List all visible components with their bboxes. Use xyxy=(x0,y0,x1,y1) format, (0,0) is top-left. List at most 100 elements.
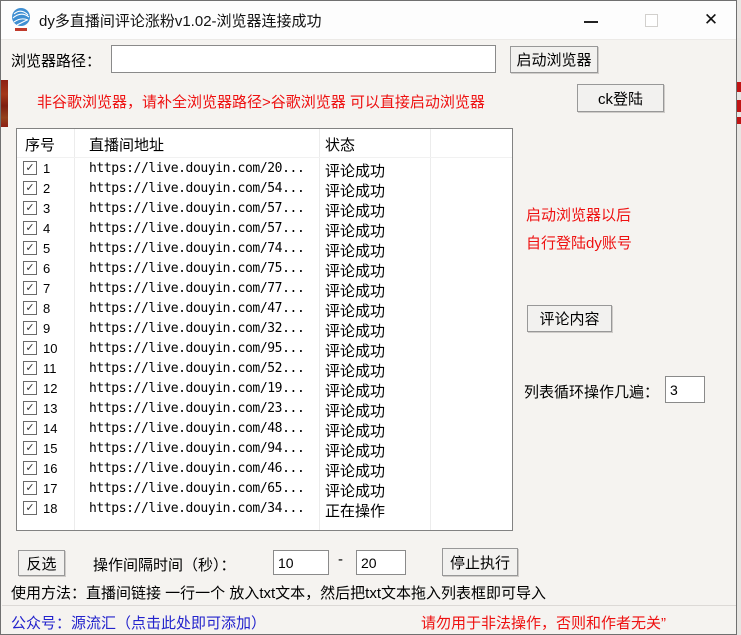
app-window: dy多直播间评论涨粉v1.02-浏览器连接成功 ✕ 浏览器路径： 启动浏览器 非… xyxy=(0,0,737,635)
live-room-table[interactable]: 序号 直播间地址 状态 ✓1https://live.douyin.com/20… xyxy=(16,128,513,531)
row-checkbox[interactable]: ✓ xyxy=(23,501,37,515)
table-row[interactable]: ✓3https://live.douyin.com/57...评论成功 xyxy=(17,198,512,218)
row-checkbox[interactable]: ✓ xyxy=(23,461,37,475)
row-checkbox[interactable]: ✓ xyxy=(23,421,37,435)
interval-min-input[interactable] xyxy=(273,550,329,575)
table-row[interactable]: ✓8https://live.douyin.com/47...评论成功 xyxy=(17,298,512,318)
interval-separator: - xyxy=(338,551,343,568)
row-checkbox[interactable]: ✓ xyxy=(23,361,37,375)
table-row[interactable]: ✓12https://live.douyin.com/19...评论成功 xyxy=(17,378,512,398)
row-live-url: https://live.douyin.com/32... xyxy=(89,321,304,336)
row-live-url: https://live.douyin.com/48... xyxy=(89,421,304,436)
row-live-url: https://live.douyin.com/95... xyxy=(89,341,304,356)
row-checkbox[interactable]: ✓ xyxy=(23,261,37,275)
row-live-url: https://live.douyin.com/77... xyxy=(89,281,304,296)
table-row[interactable]: ✓11https://live.douyin.com/52...评论成功 xyxy=(17,358,512,378)
footer-divider xyxy=(2,605,736,606)
row-live-url: https://live.douyin.com/23... xyxy=(89,401,304,416)
row-index: 9 xyxy=(43,321,50,336)
header-status: 状态 xyxy=(325,134,355,155)
header-url: 直播间地址 xyxy=(89,134,164,155)
legal-warning: 请勿用于非法操作，否则和作者无关” xyxy=(421,612,666,633)
row-live-url: https://live.douyin.com/57... xyxy=(89,201,304,216)
row-index: 16 xyxy=(43,461,57,476)
row-checkbox[interactable]: ✓ xyxy=(23,401,37,415)
row-checkbox[interactable]: ✓ xyxy=(23,341,37,355)
maximize-button[interactable] xyxy=(629,1,673,39)
usage-instructions: 使用方法：直播间链接 一行一个 放入txt文本，然后把txt文本拖入列表框即可导… xyxy=(11,582,546,603)
row-status: 正在操作 xyxy=(325,500,385,521)
row-index: 15 xyxy=(43,441,57,456)
minimize-icon xyxy=(584,21,598,23)
row-live-url: https://live.douyin.com/57... xyxy=(89,221,304,236)
app-logo-icon xyxy=(10,7,32,33)
background-red-fragment xyxy=(737,100,741,112)
row-index: 8 xyxy=(43,301,50,316)
table-header: 序号 直播间地址 状态 xyxy=(17,129,512,157)
row-live-url: https://live.douyin.com/34... xyxy=(89,501,304,516)
table-row[interactable]: ✓14https://live.douyin.com/48...评论成功 xyxy=(17,418,512,438)
background-window-sliver xyxy=(1,80,8,127)
row-checkbox[interactable]: ✓ xyxy=(23,221,37,235)
row-index: 6 xyxy=(43,261,50,276)
table-rows: ✓1https://live.douyin.com/20...评论成功✓2htt… xyxy=(17,158,512,518)
browser-path-input[interactable] xyxy=(111,45,496,73)
ck-login-button[interactable]: ck登陆 xyxy=(577,84,664,112)
row-index: 10 xyxy=(43,341,57,356)
maximize-icon xyxy=(645,14,658,27)
invert-selection-button[interactable]: 反选 xyxy=(18,550,65,576)
background-red-fragment xyxy=(737,82,741,92)
browser-notice-text: 非谷歌浏览器，请补全浏览器路径>谷歌浏览器 可以直接启动浏览器 xyxy=(37,91,485,112)
minimize-button[interactable] xyxy=(569,1,613,39)
row-index: 18 xyxy=(43,501,57,516)
row-checkbox[interactable]: ✓ xyxy=(23,181,37,195)
row-checkbox[interactable]: ✓ xyxy=(23,241,37,255)
side-tip-line1: 启动浏览器以后 xyxy=(526,204,631,225)
row-checkbox[interactable]: ✓ xyxy=(23,321,37,335)
table-row[interactable]: ✓9https://live.douyin.com/32...评论成功 xyxy=(17,318,512,338)
row-index: 5 xyxy=(43,241,50,256)
launch-browser-button[interactable]: 启动浏览器 xyxy=(510,46,598,73)
row-checkbox[interactable]: ✓ xyxy=(23,201,37,215)
table-row[interactable]: ✓2https://live.douyin.com/54...评论成功 xyxy=(17,178,512,198)
table-row[interactable]: ✓1https://live.douyin.com/20...评论成功 xyxy=(17,158,512,178)
table-row[interactable]: ✓13https://live.douyin.com/23...评论成功 xyxy=(17,398,512,418)
loop-count-input[interactable] xyxy=(665,376,705,403)
interval-max-input[interactable] xyxy=(356,550,406,575)
row-live-url: https://live.douyin.com/54... xyxy=(89,181,304,196)
close-icon: ✕ xyxy=(704,10,718,29)
wechat-official-link[interactable]: 公众号：源流汇（点击此处即可添加） xyxy=(11,612,266,633)
row-index: 1 xyxy=(43,161,50,176)
title-bar: dy多直播间评论涨粉v1.02-浏览器连接成功 ✕ xyxy=(1,1,736,40)
table-row[interactable]: ✓5https://live.douyin.com/74...评论成功 xyxy=(17,238,512,258)
interval-label: 操作间隔时间（秒）： xyxy=(93,554,236,575)
row-live-url: https://live.douyin.com/75... xyxy=(89,261,304,276)
row-index: 13 xyxy=(43,401,57,416)
table-row[interactable]: ✓ 18 https://live.douyin.com/34... 正在操作 xyxy=(17,498,512,518)
table-row[interactable]: ✓10https://live.douyin.com/95...评论成功 xyxy=(17,338,512,358)
row-live-url: https://live.douyin.com/74... xyxy=(89,241,304,256)
row-checkbox[interactable]: ✓ xyxy=(23,301,37,315)
row-index: 11 xyxy=(43,361,57,376)
row-checkbox[interactable]: ✓ xyxy=(23,441,37,455)
comment-content-button[interactable]: 评论内容 xyxy=(527,305,612,332)
stop-execution-button[interactable]: 停止执行 xyxy=(442,548,518,576)
row-checkbox[interactable]: ✓ xyxy=(23,381,37,395)
row-live-url: https://live.douyin.com/65... xyxy=(89,481,304,496)
table-row[interactable]: ✓15https://live.douyin.com/94...评论成功 xyxy=(17,438,512,458)
table-row[interactable]: ✓7https://live.douyin.com/77...评论成功 xyxy=(17,278,512,298)
background-red-fragment xyxy=(737,117,741,124)
row-index: 12 xyxy=(43,381,57,396)
row-index: 17 xyxy=(43,481,57,496)
row-live-url: https://live.douyin.com/46... xyxy=(89,461,304,476)
table-row[interactable]: ✓6https://live.douyin.com/75...评论成功 xyxy=(17,258,512,278)
table-row[interactable]: ✓16https://live.douyin.com/46...评论成功 xyxy=(17,458,512,478)
row-checkbox[interactable]: ✓ xyxy=(23,481,37,495)
header-index: 序号 xyxy=(25,134,55,155)
table-row[interactable]: ✓4https://live.douyin.com/57...评论成功 xyxy=(17,218,512,238)
table-row[interactable]: ✓17https://live.douyin.com/65...评论成功 xyxy=(17,478,512,498)
row-checkbox[interactable]: ✓ xyxy=(23,161,37,175)
row-index: 4 xyxy=(43,221,50,236)
row-checkbox[interactable]: ✓ xyxy=(23,281,37,295)
close-button[interactable]: ✕ xyxy=(689,1,733,39)
